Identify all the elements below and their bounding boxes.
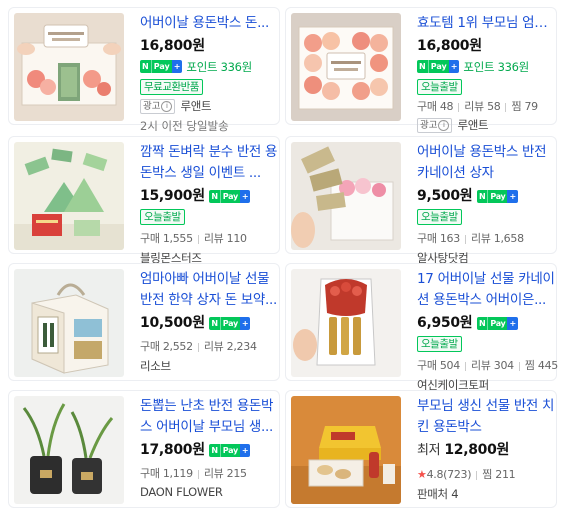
product-price: 17,800원 N Pay + <box>140 442 251 458</box>
product-stats: 구매 1,555 리뷰 110 <box>140 232 247 245</box>
product-title[interactable]: 엄마아빠 어버이날 선물 반전 한약 상자 돈 보약... <box>140 269 278 311</box>
seller-name[interactable]: DAON FLOWER <box>140 485 278 499</box>
today-ship-badge: 오늘출발 <box>140 208 185 225</box>
product-price: 10,500원 N Pay + <box>140 315 251 331</box>
product-price: 9,500원 N Pay + <box>417 188 518 204</box>
product-price: 16,800원 <box>140 38 205 54</box>
naver-pay-icon: N Pay + <box>209 317 251 330</box>
product-stats: 구매 504 리뷰 304 찜 445 <box>417 359 558 372</box>
info-icon: i <box>161 100 173 112</box>
product-info: 엄마아빠 어버이날 선물 반전 한약 상자 돈 보약... 10,500원 NP… <box>140 269 278 374</box>
ad-badge[interactable]: 광고 i <box>140 98 176 114</box>
product-price: 최저 12,800원 <box>417 442 510 458</box>
free-return-badge: 무료교환반품 <box>140 78 203 95</box>
naver-pay-icon: N Pay + <box>417 60 460 73</box>
product-image[interactable] <box>14 142 124 250</box>
product-price: 6,950원 N Pay + <box>417 315 518 331</box>
product-title[interactable]: 어버이날 용돈박스 돈... <box>140 13 278 34</box>
seller-count[interactable]: 판매처 4 <box>417 486 555 502</box>
product-card[interactable]: 돈뽑는 난초 반전 용돈박스 어버이날 부모님 생... 17,800원 N Pa… <box>8 390 280 508</box>
shipping-text: 2시 이전 당일발송 <box>140 119 229 133</box>
naver-pay-icon: N Pay + <box>209 190 251 203</box>
today-ship-badge: 오늘출발 <box>417 335 462 352</box>
ad-badge[interactable]: 광고 i <box>417 117 453 133</box>
point-text: 포인트 336원 <box>463 59 529 74</box>
product-info: 효도템 1위 부모님 엄마... 16,800원 N Pay + 포인트 336원 … <box>417 13 555 133</box>
product-card[interactable]: 어버이날 용돈박스 돈... 16,800원 N Pay + 포인트 336원 무료… <box>8 7 280 133</box>
product-image[interactable] <box>291 142 401 250</box>
product-title[interactable]: 어버이날 용돈박스 반전 카네이션 상자 <box>417 142 555 184</box>
today-ship-badge: 오늘출발 <box>417 78 462 95</box>
product-image[interactable] <box>291 269 401 377</box>
today-ship-badge: 오늘출발 <box>417 208 462 225</box>
product-info: 어버이날 용돈박스 반전 카네이션 상자 9,500원 N Pay + 오늘출발 구… <box>417 142 555 266</box>
product-image[interactable] <box>14 13 124 121</box>
product-price: 16,800원 <box>417 38 482 54</box>
product-card[interactable]: 효도템 1위 부모님 엄마... 16,800원 N Pay + 포인트 336원 … <box>285 7 557 133</box>
product-card[interactable]: 부모님 생신 선물 반전 치킨 용돈박스 최저 12,800원 ★4.8(723)… <box>285 390 557 508</box>
product-stats: 구매 48 리뷰 58 찜 79 <box>417 100 538 113</box>
product-info: 17 어버이날 선물 카네이션 용돈박스 어버이은... 6,950원 N Pay… <box>417 269 558 393</box>
product-image[interactable] <box>291 396 401 504</box>
product-info: 깜짝 돈벼락 분수 반전 용돈박스 생일 이벤트 ... 15,900원 N Pa… <box>140 142 278 266</box>
naver-pay-icon: N Pay + <box>140 60 183 73</box>
star-icon: ★ <box>417 468 427 481</box>
naver-pay-icon: N Pay + <box>476 317 518 330</box>
product-stats: 구매 1,119 리뷰 215 <box>140 467 247 480</box>
seller-name[interactable]: 루앤트 <box>457 117 488 133</box>
product-image[interactable] <box>14 269 124 377</box>
npay-row: N Pay + 포인트 336원 <box>140 58 278 75</box>
product-title[interactable]: 부모님 생신 선물 반전 치킨 용돈박스 <box>417 396 555 438</box>
naver-pay-icon: N Pay + <box>209 444 251 457</box>
product-card[interactable]: 17 어버이날 선물 카네이션 용돈박스 어버이은... 6,950원 N Pay… <box>285 263 558 392</box>
product-stats: 구매 2,552 리뷰 2,234 <box>140 340 257 353</box>
product-grid: 어버이날 용돈박스 돈... 16,800원 N Pay + 포인트 336원 무료… <box>0 0 567 511</box>
seller-name[interactable]: 루앤트 <box>180 98 211 114</box>
naver-pay-icon: N Pay + <box>476 190 518 203</box>
product-price: 15,900원 N Pay + <box>140 188 251 204</box>
product-card[interactable]: 깜짝 돈벼락 분수 반전 용돈박스 생일 이벤트 ... 15,900원 N Pa… <box>8 136 280 265</box>
product-stats: 구매 163 리뷰 1,658 <box>417 232 524 245</box>
seller-name[interactable]: 리소브 <box>140 358 278 374</box>
point-text: 포인트 336원 <box>186 59 252 74</box>
info-icon: i <box>438 119 450 131</box>
product-info: 어버이날 용돈박스 돈... 16,800원 N Pay + 포인트 336원 무료… <box>140 13 278 134</box>
product-image[interactable] <box>14 396 124 504</box>
product-card[interactable]: 엄마아빠 어버이날 선물 반전 한약 상자 돈 보약... 10,500원 NP… <box>8 263 280 381</box>
lowest-price-label: 최저 <box>417 443 441 458</box>
product-info: 부모님 생신 선물 반전 치킨 용돈박스 최저 12,800원 ★4.8(723)… <box>417 396 555 502</box>
product-title[interactable]: 17 어버이날 선물 카네이션 용돈박스 어버이은... <box>417 269 555 311</box>
rating-row: ★4.8(723) 찜 211 <box>417 468 516 481</box>
product-card[interactable]: 어버이날 용돈박스 반전 카네이션 상자 9,500원 N Pay + 오늘출발 구… <box>285 136 557 265</box>
product-title[interactable]: 돈뽑는 난초 반전 용돈박스 어버이날 부모님 생... <box>140 396 278 438</box>
product-image[interactable] <box>291 13 401 121</box>
product-info: 돈뽑는 난초 반전 용돈박스 어버이날 부모님 생... 17,800원 N Pa… <box>140 396 278 499</box>
product-title[interactable]: 효도템 1위 부모님 엄마... <box>417 13 555 34</box>
product-title[interactable]: 깜짝 돈벼락 분수 반전 용돈박스 생일 이벤트 ... <box>140 142 278 184</box>
